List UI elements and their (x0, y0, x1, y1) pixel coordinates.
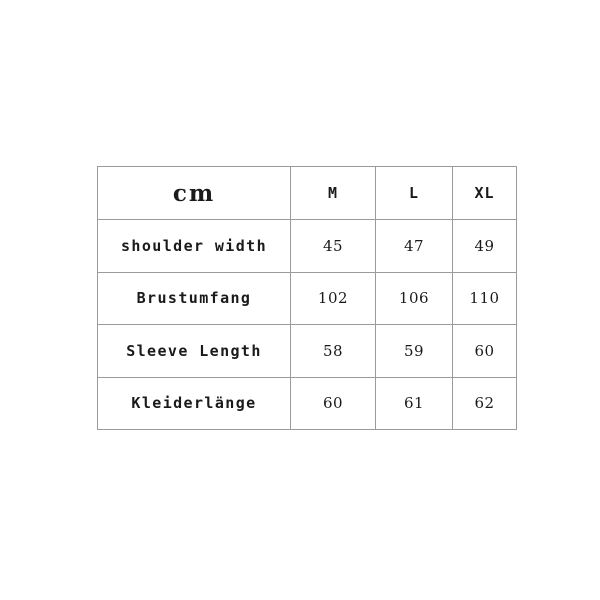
size-chart-table: cm M L XL shoulder width 45 47 49 Brustu… (97, 166, 517, 430)
measure-value-brustumfang-l: 106 (375, 271, 453, 325)
page-root: cm M L XL shoulder width 45 47 49 Brustu… (0, 0, 600, 600)
measure-value-kleiderlaenge-xl: 62 (452, 376, 517, 430)
size-header-l: L (375, 166, 453, 220)
measure-value-sleeve-length-l: 59 (375, 324, 453, 378)
measure-value-sleeve-length-m: 58 (290, 324, 376, 378)
measure-value-shoulder-width-m: 45 (290, 219, 376, 273)
table-row: Sleeve Length 58 59 60 (97, 324, 517, 378)
measure-label-kleiderlaenge: Kleiderlänge (97, 376, 291, 430)
measure-value-brustumfang-xl: 110 (452, 271, 517, 325)
measure-label-brustumfang: Brustumfang (97, 271, 291, 325)
measure-value-sleeve-length-xl: 60 (452, 324, 517, 378)
measure-value-brustumfang-m: 102 (290, 271, 376, 325)
measure-value-kleiderlaenge-m: 60 (290, 376, 376, 430)
table-row: Brustumfang 102 106 110 (97, 271, 517, 325)
measure-value-shoulder-width-xl: 49 (452, 219, 517, 273)
measure-label-sleeve-length: Sleeve Length (97, 324, 291, 378)
table-row: Kleiderlänge 60 61 62 (97, 376, 517, 430)
size-header-m: M (290, 166, 376, 220)
measure-label-shoulder-width: shoulder width (97, 219, 291, 273)
table-header-row: cm M L XL (97, 166, 517, 220)
unit-header-cell: cm (97, 166, 291, 220)
size-header-xl: XL (452, 166, 517, 220)
size-chart-container: cm M L XL shoulder width 45 47 49 Brustu… (97, 166, 517, 430)
table-row: shoulder width 45 47 49 (97, 219, 517, 273)
measure-value-kleiderlaenge-l: 61 (375, 376, 453, 430)
measure-value-shoulder-width-l: 47 (375, 219, 453, 273)
